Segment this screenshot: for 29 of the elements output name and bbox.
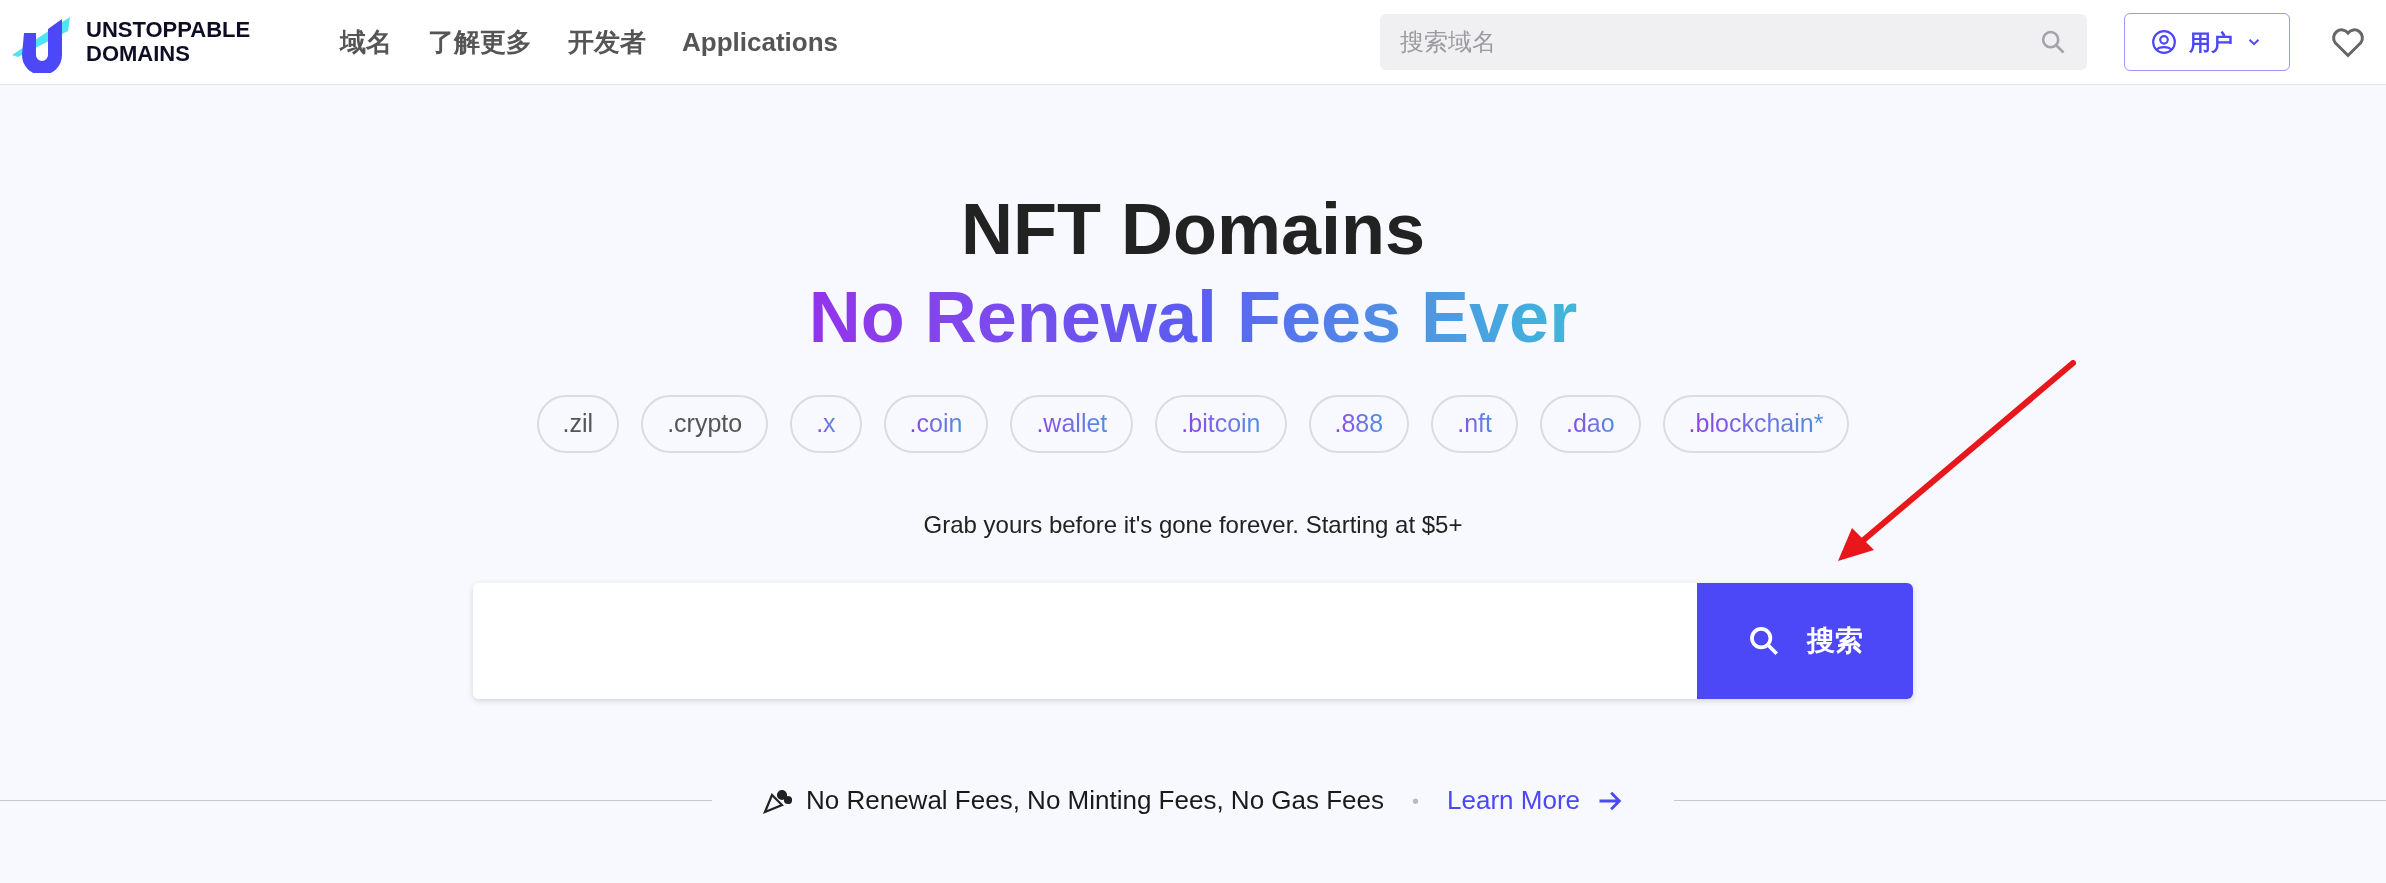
domain-extension-chip[interactable]: .bitcoin xyxy=(1155,395,1287,453)
search-icon xyxy=(2039,28,2067,56)
domain-search-bar[interactable]: 搜索 xyxy=(473,583,1913,699)
nav-link[interactable]: 域名 xyxy=(340,22,392,62)
hero-title: NFT Domains xyxy=(961,188,1425,271)
search-button[interactable]: 搜索 xyxy=(1697,583,1913,699)
domain-extension-chip[interactable]: .dao xyxy=(1539,395,1641,453)
domain-extension-chip[interactable]: .zil xyxy=(536,395,620,453)
learn-more-link[interactable]: Learn More xyxy=(1447,781,1624,820)
logo-text: DOMAINS xyxy=(86,42,191,66)
search-icon xyxy=(1747,624,1781,658)
domain-extension-chip[interactable]: .coin xyxy=(883,395,989,453)
domain-extension-chip[interactable]: .x xyxy=(790,395,862,453)
logo-text: UNSTOPPABLE xyxy=(86,18,251,42)
user-icon xyxy=(2151,29,2177,55)
search-field[interactable]: 搜索域名 xyxy=(1380,14,2087,70)
nav-link[interactable]: 开发者 xyxy=(568,22,646,62)
nav-link[interactable]: Applications xyxy=(682,22,838,62)
domain-extension-chip[interactable]: .wallet xyxy=(1010,395,1134,453)
tagline-text: Grab yours before it's gone forever. Starting at $5+ xyxy=(923,510,1463,540)
domain-extension-chip[interactable]: .crypto xyxy=(641,395,769,453)
domain-extension-chip[interactable]: .888 xyxy=(1308,395,1410,453)
heart-icon[interactable] xyxy=(2330,25,2366,59)
user-button[interactable]: 用户 xyxy=(2124,13,2290,71)
fees-text: No Renewal Fees, No Minting Fees, No Gas Fees xyxy=(806,784,1385,817)
separator-dot: • xyxy=(1412,788,1420,814)
domain-extension-chip[interactable]: .nft xyxy=(1431,395,1518,453)
nav-link[interactable]: 了解更多 xyxy=(428,22,532,62)
domain-extension-chip[interactable]: .blockchain* xyxy=(1662,395,1850,453)
